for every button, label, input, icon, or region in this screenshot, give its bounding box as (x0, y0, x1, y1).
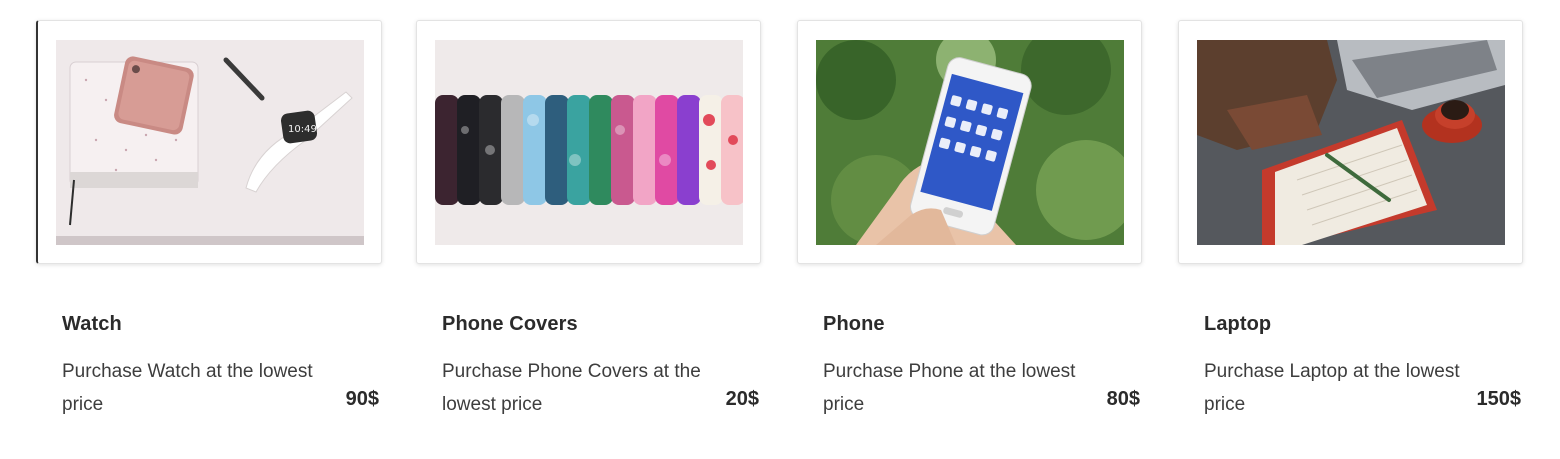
product-description: Purchase Phone Covers at the lowest pric… (442, 361, 701, 415)
product-image (1197, 40, 1505, 245)
product-card-laptop[interactable]: Laptop Purchase Laptop at the lowest pri… (1178, 20, 1559, 440)
product-price: 20$ (725, 388, 759, 410)
product-image-frame[interactable] (1178, 20, 1523, 264)
product-title[interactable]: Watch (62, 313, 122, 336)
product-image (816, 40, 1124, 245)
product-card-watch[interactable]: 10:49 Watch Purchase Watch at the lowest… (36, 20, 417, 440)
product-card-phone-covers[interactable]: Phone Covers Purchase Phone Covers at th… (416, 20, 797, 440)
product-image-frame[interactable] (797, 20, 1142, 264)
product-description: Purchase Phone at the lowest price (823, 361, 1076, 415)
product-image-frame[interactable] (416, 20, 761, 264)
product-price: 90$ (345, 388, 379, 410)
product-price: 80$ (1106, 388, 1140, 410)
product-image (435, 40, 743, 245)
product-image: 10:49 (56, 40, 364, 245)
svg-text:10:49: 10:49 (288, 124, 317, 135)
product-image-frame[interactable]: 10:49 (36, 20, 382, 264)
product-description: Purchase Watch at the lowest price (62, 361, 313, 415)
product-card-phone[interactable]: Phone Purchase Phone at the lowest price… (797, 20, 1178, 440)
product-title[interactable]: Phone (823, 313, 885, 336)
product-title[interactable]: Phone Covers (442, 313, 578, 336)
product-grid: 10:49 Watch Purchase Watch at the lowest… (0, 0, 1560, 459)
product-title[interactable]: Laptop (1204, 313, 1271, 336)
product-price: 150$ (1476, 388, 1522, 410)
product-description: Purchase Laptop at the lowest price (1204, 361, 1460, 415)
